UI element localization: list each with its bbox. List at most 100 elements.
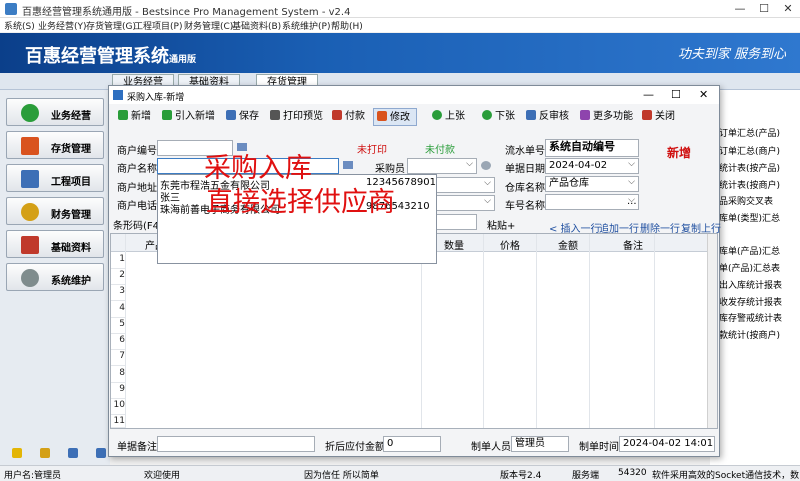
report-item[interactable]: 出库单(产品)汇总 bbox=[710, 244, 780, 257]
grid-divider bbox=[483, 234, 484, 428]
report-item[interactable]: 品统计表(按商户) bbox=[710, 178, 780, 191]
status-welcome: 欢迎使用 bbox=[144, 471, 181, 481]
merchant-phone-input[interactable] bbox=[435, 195, 495, 211]
sidebar-item-finance[interactable]: 财务管理 bbox=[6, 197, 104, 225]
report-item[interactable]: 品出入库统计报表 bbox=[710, 278, 782, 291]
menu-item-inventory[interactable]: 存货管理(G) bbox=[86, 19, 136, 32]
paste-button[interactable]: 粘贴+ bbox=[487, 217, 515, 232]
maximize-icon[interactable]: ☐ bbox=[752, 1, 776, 17]
report-item[interactable]: 品统计表(按产品) bbox=[710, 161, 780, 174]
row-number: 7 bbox=[111, 351, 125, 366]
buyer-select[interactable] bbox=[407, 158, 477, 174]
info-icon[interactable] bbox=[40, 448, 50, 458]
menu-item-finance[interactable]: 财务管理(C) bbox=[184, 19, 233, 32]
buyer-lookup-icon[interactable] bbox=[481, 161, 491, 170]
import-new-button[interactable]: 引入新增 bbox=[159, 108, 218, 126]
sidebar-item-inventory[interactable]: 存货管理 bbox=[6, 131, 104, 159]
app-logo-icon bbox=[5, 3, 17, 15]
dialog-title: 采购入库-新增 bbox=[127, 93, 185, 103]
menu-item-basic-data[interactable]: 基础资料(B) bbox=[232, 19, 281, 32]
make-time-label: 制单时间 bbox=[579, 442, 619, 453]
close-button[interactable]: 关闭 bbox=[639, 108, 678, 126]
refresh-icon[interactable] bbox=[68, 448, 78, 458]
dialog-close-icon[interactable]: ✕ bbox=[699, 88, 708, 101]
col-quantity[interactable]: 数量 bbox=[444, 237, 464, 252]
col-amount[interactable]: 金额 bbox=[558, 237, 578, 252]
report-item[interactable]: 品库存警戒统计表 bbox=[710, 311, 782, 324]
merchant-address-label: 商户地址 bbox=[117, 183, 157, 194]
plate-select[interactable] bbox=[545, 194, 639, 210]
status-badge: 新增 bbox=[667, 146, 692, 160]
unaudit-button[interactable]: 反审核 bbox=[523, 108, 572, 126]
print-preview-button[interactable]: 打印预览 bbox=[267, 108, 326, 126]
sidebar-item-basic-data[interactable]: 基础资料 bbox=[6, 230, 104, 258]
grid-divider bbox=[654, 234, 655, 428]
minimize-icon[interactable]: — bbox=[728, 1, 752, 17]
close-icon[interactable]: ✕ bbox=[776, 1, 800, 17]
prev-record-button[interactable]: 上张 bbox=[429, 108, 468, 126]
report-item[interactable]: 库单(产品)汇总表 bbox=[710, 261, 780, 274]
brand-name: 百惠经营管理系统通用版 bbox=[25, 46, 197, 67]
grid-scrollbar[interactable] bbox=[707, 234, 717, 428]
save-icon bbox=[226, 110, 236, 120]
remark-input[interactable] bbox=[157, 436, 315, 452]
status-motto: 因为信任 所以简单 bbox=[304, 471, 379, 481]
doc-date-picker[interactable]: 2024-04-02 bbox=[545, 158, 639, 174]
row-number: 6 bbox=[111, 335, 125, 350]
lock-icon[interactable] bbox=[96, 448, 106, 458]
menu-item-business[interactable]: 业务经营(Y) bbox=[38, 19, 87, 32]
status-version: 版本号2.4 bbox=[500, 471, 542, 481]
sidebar-item-maintenance[interactable]: 系统维护 bbox=[6, 263, 104, 291]
save-button[interactable]: 保存 bbox=[223, 108, 262, 126]
report-item[interactable]: 付款统计(按商户) bbox=[710, 328, 780, 341]
dialog-maximize-icon[interactable]: ☐ bbox=[671, 88, 681, 101]
col-remark[interactable]: 备注 bbox=[623, 237, 643, 252]
row-number: 5 bbox=[111, 319, 125, 334]
warehouse-select[interactable]: 产品仓库 bbox=[545, 176, 639, 192]
overlay-caption-line2: 直接选择供应商 bbox=[206, 187, 395, 218]
merchant-address-input[interactable] bbox=[435, 177, 495, 193]
next-record-button[interactable]: 下张 bbox=[479, 108, 518, 126]
status-note: 软件采用高效的Socket通信技术，数 bbox=[652, 471, 800, 481]
plate-more-button[interactable]: ... bbox=[627, 196, 637, 207]
new-button[interactable]: 新增 bbox=[115, 108, 154, 126]
report-item[interactable]: 购订单汇总(产品) bbox=[710, 126, 780, 139]
help-icon[interactable] bbox=[12, 448, 22, 458]
sidebar-item-label: 系统维护 bbox=[51, 276, 91, 287]
report-item[interactable]: 购订单汇总(商户) bbox=[710, 144, 780, 157]
print-status-label: 未打印 bbox=[357, 145, 387, 156]
report-item[interactable]: 品收发存统计报表 bbox=[710, 295, 782, 308]
dialog-minimize-icon[interactable]: — bbox=[643, 88, 654, 101]
more-icon bbox=[580, 110, 590, 120]
payment-button[interactable]: 付款 bbox=[329, 108, 368, 126]
doc-date-label: 单据日期 bbox=[505, 164, 545, 175]
menu-item-maintenance[interactable]: 系统维护(P) bbox=[282, 19, 330, 32]
close-icon bbox=[642, 110, 652, 120]
house-icon bbox=[21, 137, 39, 155]
menu-item-projects[interactable]: 工程项目(P) bbox=[134, 19, 182, 32]
row-number: 4 bbox=[111, 303, 125, 318]
report-list: 购订单汇总(产品) 购订单汇总(商户) 品统计表(按产品) 品统计表(按商户) … bbox=[710, 90, 800, 465]
merchant-search-icon[interactable] bbox=[343, 161, 353, 169]
discount-amount-field[interactable]: 0 bbox=[383, 436, 441, 452]
discount-amount-label: 折后应付金额 bbox=[325, 442, 385, 453]
maker-field: 管理员 bbox=[511, 436, 569, 452]
payment-icon bbox=[332, 110, 342, 120]
app-title: 百惠经营管理系统通用版 - Bestsince Pro Management S… bbox=[22, 7, 351, 18]
merchant-name-label: 商户名称 bbox=[117, 164, 157, 175]
row-number: 2 bbox=[111, 270, 125, 285]
menu-item-help[interactable]: 帮助(H) bbox=[331, 19, 363, 32]
sidebar-item-business[interactable]: 业务经营 bbox=[6, 98, 104, 126]
menu-item-system[interactable]: 系统(S) bbox=[4, 19, 35, 32]
maker-label: 制单人员 bbox=[471, 442, 511, 453]
col-price[interactable]: 价格 bbox=[500, 237, 520, 252]
row-number: 11 bbox=[111, 416, 125, 428]
more-functions-button[interactable]: 更多功能 bbox=[577, 108, 636, 126]
sidebar: 业务经营 存货管理 工程项目 财务管理 基础资料 系统维护 bbox=[0, 90, 110, 465]
row-number: 10 bbox=[111, 400, 125, 415]
row-number: 3 bbox=[111, 286, 125, 301]
sidebar-item-projects[interactable]: 工程项目 bbox=[6, 164, 104, 192]
merchant-code-label: 商户编号 bbox=[117, 146, 157, 157]
edit-button[interactable]: 修改 bbox=[373, 108, 417, 126]
status-user: 用户名:管理员 bbox=[4, 471, 62, 481]
